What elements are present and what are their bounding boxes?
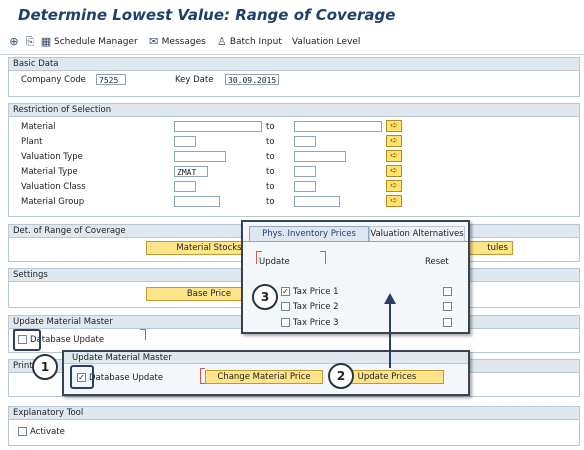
tab-valuation-alternatives[interactable]: Valuation Alternatives	[369, 226, 465, 241]
basic-data-header: Basic Data	[9, 58, 579, 71]
execute-icon[interactable]: ⊕	[8, 36, 20, 48]
explanatory-header: Explanatory Tool	[9, 407, 579, 420]
update-column-label: Update	[259, 257, 290, 267]
material-type-multiple-selection-button[interactable]: ➪	[386, 165, 402, 177]
material-group-to-label: to	[266, 197, 275, 207]
callout-1: 1	[32, 354, 58, 380]
schedule-manager-icon: ▦	[40, 35, 52, 48]
restriction-header: Restriction of Selection	[9, 104, 579, 117]
material-to-input[interactable]	[294, 121, 382, 132]
key-date-input[interactable]: 30.09.2015	[225, 74, 279, 85]
schedule-manager-button[interactable]: ▦ Schedule Manager	[40, 36, 138, 48]
material-to-label: to	[266, 122, 275, 132]
tab-phys-inventory-prices[interactable]: Phys. Inventory Prices	[249, 226, 369, 241]
batch-input-icon: ♙	[216, 35, 227, 48]
valuation-type-to-input[interactable]	[294, 151, 346, 162]
messages-button[interactable]: ✉ Messages	[148, 36, 206, 48]
material-from-input[interactable]	[174, 121, 262, 132]
valuation-type-from-input[interactable]	[174, 151, 226, 162]
valuation-class-multiple-selection-button[interactable]: ➪	[386, 180, 402, 192]
valuation-class-label: Valuation Class	[21, 182, 86, 192]
plant-multiple-selection-button[interactable]: ➪	[386, 135, 402, 147]
tax-price-2-label: Tax Price 2	[293, 302, 339, 312]
restriction-group: Restriction of Selection Material to ➪ P…	[8, 103, 580, 217]
change-material-price-button[interactable]: Change Material Price	[205, 370, 323, 384]
plant-from-input[interactable]	[174, 136, 196, 147]
database-update-label: Database Update	[30, 335, 105, 345]
update-master-popup-header: Update Material Master	[64, 352, 468, 364]
popup-database-update-label: Database Update	[89, 373, 164, 383]
company-code-input[interactable]: 7525	[96, 74, 126, 85]
material-type-from-input[interactable]: ZMAT	[174, 166, 208, 177]
activate-label: Activate	[30, 427, 65, 437]
popup2-red-bracket	[200, 368, 205, 384]
material-type-to-input[interactable]	[294, 166, 316, 177]
activate-checkbox[interactable]	[18, 427, 27, 436]
batch-input-button[interactable]: ♙ Batch Input	[216, 36, 282, 48]
popup-checkbox-highlight-frame	[70, 365, 94, 389]
material-group-multiple-selection-button[interactable]: ➪	[386, 195, 402, 207]
valuation-type-multiple-selection-button[interactable]: ➪	[386, 150, 402, 162]
plant-to-label: to	[266, 137, 275, 147]
page-title: Determine Lowest Value: Range of Coverag…	[18, 6, 396, 24]
red-bracket-right	[140, 329, 146, 340]
checkbox-highlight-frame	[13, 329, 41, 351]
key-date-label: Key Date	[175, 75, 214, 85]
valuation-type-label: Valuation Type	[21, 152, 83, 162]
messages-label: Messages	[161, 37, 206, 47]
valuation-class-from-input[interactable]	[174, 181, 196, 192]
material-label: Material	[21, 122, 56, 132]
explanatory-group: Explanatory Tool Activate	[8, 406, 580, 446]
get-variant-icon[interactable]: ⎘	[24, 36, 36, 48]
pointer-arrow	[384, 293, 396, 368]
prices-popup: Phys. Inventory Prices Valuation Alterna…	[241, 220, 470, 334]
tax-price-3-reset-checkbox[interactable]	[443, 318, 452, 327]
material-group-label: Material Group	[21, 197, 85, 207]
material-group-to-input[interactable]	[294, 196, 340, 207]
callout-2: 2	[328, 363, 354, 389]
popup-red-bracket-right	[320, 251, 326, 264]
batch-input-label: Batch Input	[229, 37, 282, 47]
toolbar: ⊕ ⎘ ▦ Schedule Manager ✉ Messages ♙ Batc…	[8, 34, 366, 50]
update-master-popup: Update Material Master ✓ Database Update…	[62, 350, 470, 396]
tax-price-3-label: Tax Price 3	[293, 318, 339, 328]
tax-price-1-label: Tax Price 1	[293, 287, 339, 297]
valuation-type-to-label: to	[266, 152, 275, 162]
tax-price-2-reset-checkbox[interactable]	[443, 302, 452, 311]
tax-price-3-checkbox[interactable]	[281, 318, 290, 327]
material-multiple-selection-button[interactable]: ➪	[386, 120, 402, 132]
reset-column-label: Reset	[425, 257, 449, 267]
company-code-label: Company Code	[21, 75, 86, 85]
valuation-level-button[interactable]: Valuation Level	[292, 37, 361, 47]
popup-red-bracket-left	[256, 251, 262, 264]
basic-data-group: Basic Data Company Code 7525 Key Date 30…	[8, 57, 580, 97]
plant-to-input[interactable]	[294, 136, 316, 147]
tax-price-1-reset-checkbox[interactable]	[443, 287, 452, 296]
material-group-from-input[interactable]	[174, 196, 220, 207]
valuation-class-to-input[interactable]	[294, 181, 316, 192]
tax-price-2-checkbox[interactable]	[281, 302, 290, 311]
messages-icon: ✉	[149, 35, 159, 48]
material-type-label: Material Type	[21, 167, 78, 177]
plant-label: Plant	[21, 137, 43, 147]
toolbar-divider	[0, 54, 584, 55]
material-type-to-label: to	[266, 167, 275, 177]
callout-3: 3	[252, 284, 278, 310]
tab-divider	[243, 241, 468, 242]
schedule-manager-label: Schedule Manager	[54, 37, 138, 47]
valuation-level-label: Valuation Level	[291, 37, 361, 47]
valuation-class-to-label: to	[266, 182, 275, 192]
tax-price-1-checkbox[interactable]: ✓	[281, 287, 290, 296]
